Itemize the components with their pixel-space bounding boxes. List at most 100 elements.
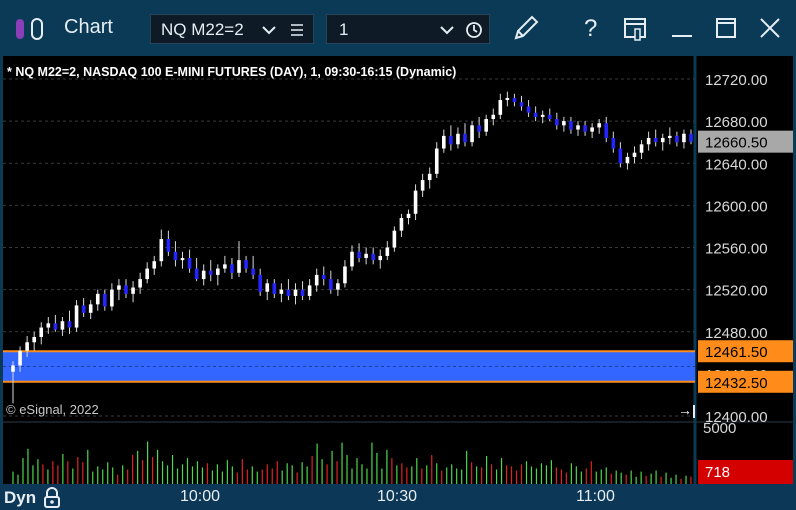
candle-body[interactable] <box>611 137 616 149</box>
candle-body[interactable] <box>378 255 383 261</box>
candle-body[interactable] <box>540 114 545 117</box>
price-chart[interactable]: 12720.00 12680.00 12640.00 12600.00 12560.00… <box>3 56 793 484</box>
candle-body[interactable] <box>103 293 107 307</box>
candle-body[interactable] <box>152 261 157 269</box>
candle-body[interactable] <box>427 173 432 181</box>
candle-body[interactable] <box>201 270 206 280</box>
candle-body[interactable] <box>456 133 460 145</box>
candle-body[interactable] <box>526 106 531 113</box>
candle-body[interactable] <box>533 112 538 117</box>
candle-body[interactable] <box>194 268 199 280</box>
candle-body[interactable] <box>208 270 213 275</box>
candle-body[interactable] <box>117 285 121 290</box>
clock-icon[interactable] <box>465 21 483 39</box>
candle-body[interactable] <box>343 266 347 284</box>
candle-body[interactable] <box>258 274 262 292</box>
list-menu-icon[interactable] <box>289 22 305 38</box>
candle-body[interactable] <box>300 289 305 296</box>
candle-body[interactable] <box>350 251 354 267</box>
candle-body[interactable] <box>124 285 128 294</box>
candle-body[interactable] <box>597 123 601 128</box>
candle-body[interactable] <box>173 251 178 261</box>
candle-body[interactable] <box>180 258 185 261</box>
candle-body[interactable] <box>39 327 44 338</box>
scroll-to-latest-icon[interactable]: →| <box>678 402 696 418</box>
candle-body[interactable] <box>385 247 390 256</box>
candle-body[interactable] <box>576 125 580 130</box>
candle-body[interactable] <box>498 100 503 115</box>
candle-body[interactable] <box>237 260 241 273</box>
candle-body[interactable] <box>392 230 397 248</box>
candle-body[interactable] <box>434 148 439 174</box>
candle-body[interactable] <box>60 321 65 330</box>
candle-body[interactable] <box>668 135 672 138</box>
candle-body[interactable] <box>547 114 552 120</box>
chevron-down-icon[interactable] <box>439 23 455 37</box>
minimize-icon[interactable] <box>670 16 694 40</box>
maximize-icon[interactable] <box>714 16 738 40</box>
close-icon[interactable] <box>758 16 782 40</box>
candle-body[interactable] <box>88 304 93 313</box>
draw-pencil-icon[interactable] <box>510 12 542 44</box>
candle-body[interactable] <box>364 253 368 259</box>
candle-body[interactable] <box>590 127 594 132</box>
candle-body[interactable] <box>272 283 277 294</box>
symbol-field[interactable]: NQ M22=2 <box>150 14 314 44</box>
chevron-down-icon[interactable] <box>261 23 277 37</box>
candle-body[interactable] <box>159 239 164 262</box>
candle-body[interactable] <box>442 135 446 149</box>
page-layout-icon[interactable] <box>622 16 648 42</box>
candle-body[interactable] <box>449 135 453 145</box>
candle-body[interactable] <box>463 133 467 143</box>
candle-body[interactable] <box>512 97 517 103</box>
candle-body[interactable] <box>166 239 171 252</box>
candle-body[interactable] <box>95 293 100 305</box>
candle-body[interactable] <box>110 289 114 307</box>
candle-body[interactable] <box>279 289 284 294</box>
candle-body[interactable] <box>286 289 291 296</box>
candle-body[interactable] <box>230 264 234 273</box>
help-icon[interactable]: ? <box>578 14 602 42</box>
candle-body[interactable] <box>569 121 573 130</box>
candle-body[interactable] <box>491 114 496 120</box>
candle-body[interactable] <box>357 251 361 259</box>
candle-body[interactable] <box>470 125 474 143</box>
candle-body[interactable] <box>307 285 312 296</box>
candle-body[interactable] <box>244 260 248 269</box>
candle-body[interactable] <box>477 125 481 132</box>
candle-body[interactable] <box>145 268 149 280</box>
candle-body[interactable] <box>53 323 58 330</box>
candle-body[interactable] <box>406 213 411 219</box>
candle-body[interactable] <box>562 121 566 126</box>
candle-body[interactable] <box>484 119 488 132</box>
candle-body[interactable] <box>675 135 679 143</box>
candle-body[interactable] <box>321 274 326 280</box>
candle-body[interactable] <box>618 148 623 164</box>
candle-body[interactable] <box>555 119 559 126</box>
candle-body[interactable] <box>682 133 686 143</box>
candle-body[interactable] <box>18 350 22 366</box>
candle-body[interactable] <box>67 321 72 328</box>
candle-body[interactable] <box>138 279 142 288</box>
dynamic-mode-label[interactable]: Dyn <box>4 488 36 508</box>
candle-body[interactable] <box>420 180 425 191</box>
chart-area[interactable]: 12720.00 12680.00 12640.00 12600.00 12560.00… <box>3 56 793 484</box>
candle-body[interactable] <box>131 287 135 294</box>
candle-body[interactable] <box>32 337 36 343</box>
candle-body[interactable] <box>265 283 270 292</box>
candle-body[interactable] <box>314 274 319 286</box>
interval-field[interactable]: 1 <box>326 14 490 44</box>
lock-icon[interactable] <box>42 487 62 509</box>
candle-body[interactable] <box>505 97 510 101</box>
candle-body[interactable] <box>293 289 298 296</box>
candle-body[interactable] <box>329 279 333 290</box>
candle-body[interactable] <box>399 218 404 231</box>
candle-body[interactable] <box>25 342 29 351</box>
candle-body[interactable] <box>519 102 524 107</box>
candle-body[interactable] <box>632 152 637 157</box>
candle-body[interactable] <box>660 137 665 143</box>
candle-body[interactable] <box>336 283 340 290</box>
candle-body[interactable] <box>11 365 15 372</box>
candle-body[interactable] <box>639 144 644 153</box>
candle-body[interactable] <box>604 123 609 138</box>
